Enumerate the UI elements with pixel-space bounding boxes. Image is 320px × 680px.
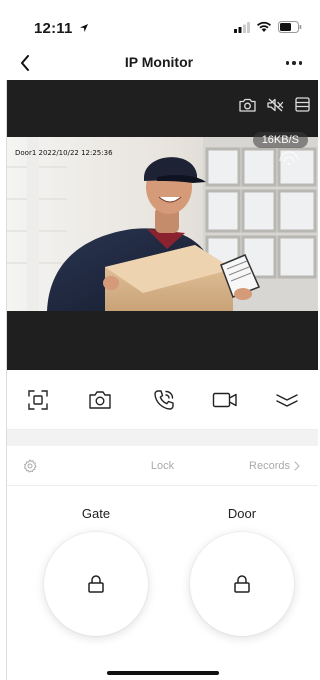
focus-button[interactable] bbox=[24, 386, 52, 414]
camera-icon bbox=[89, 391, 111, 409]
more-dot bbox=[285, 61, 290, 65]
lock-icon bbox=[88, 575, 104, 593]
status-bar: 12:11 bbox=[0, 0, 318, 46]
video-image bbox=[7, 137, 318, 311]
capture-button[interactable] bbox=[86, 386, 114, 414]
signal-icon bbox=[234, 21, 250, 33]
nav-bar: IP Monitor bbox=[0, 46, 318, 80]
layout-button[interactable] bbox=[295, 97, 310, 112]
battery-icon bbox=[278, 21, 302, 33]
status-time-text: 12:11 bbox=[34, 20, 73, 37]
lock-item-gate: Gate bbox=[44, 506, 148, 636]
lock-item-door: Door bbox=[190, 506, 294, 636]
bitrate-badge: 16KB/S bbox=[252, 132, 308, 148]
phone-call-icon bbox=[154, 390, 174, 410]
unlock-gate-button[interactable] bbox=[44, 532, 148, 636]
snapshot-icon bbox=[239, 98, 256, 112]
video-osd-timestamp: Door1 2022/10/22 12:25:36 bbox=[15, 149, 113, 157]
collapse-button[interactable] bbox=[273, 386, 301, 414]
video-stream[interactable]: Door1 2022/10/22 12:25:36 bbox=[7, 137, 318, 311]
layout-icon bbox=[295, 97, 310, 112]
screen-edge bbox=[0, 80, 7, 680]
call-button[interactable] bbox=[150, 386, 178, 414]
page-title: IP Monitor bbox=[124, 54, 194, 70]
more-dot bbox=[292, 61, 296, 65]
snapshot-button[interactable] bbox=[239, 98, 256, 112]
mute-icon bbox=[267, 98, 284, 111]
focus-frame-icon bbox=[28, 390, 48, 410]
lock-header: Lock Records bbox=[7, 446, 318, 486]
audio-wave-icon bbox=[274, 147, 304, 173]
more-button[interactable] bbox=[280, 52, 308, 74]
wifi-icon bbox=[257, 21, 271, 32]
call-control-bar bbox=[7, 370, 318, 430]
lock-area: Gate Door bbox=[7, 486, 318, 680]
record-button[interactable] bbox=[211, 386, 239, 414]
lock-item-label: Gate bbox=[81, 506, 111, 521]
status-icons bbox=[234, 21, 302, 33]
video-panel: Door1 2022/10/22 12:25:36 16KB/S bbox=[7, 80, 318, 370]
more-dot bbox=[298, 61, 303, 65]
collapse-icon bbox=[276, 394, 298, 407]
home-indicator[interactable] bbox=[107, 671, 219, 675]
location-arrow-icon bbox=[79, 24, 88, 32]
section-divider bbox=[7, 430, 318, 446]
mute-button[interactable] bbox=[267, 98, 284, 112]
unlock-door-button[interactable] bbox=[190, 532, 294, 636]
status-time: 12:11 bbox=[34, 20, 89, 37]
video-toolbar bbox=[239, 97, 310, 112]
records-link[interactable]: Records bbox=[249, 460, 300, 472]
records-label: Records bbox=[249, 460, 290, 472]
chevron-right-icon bbox=[294, 461, 300, 471]
video-record-icon bbox=[212, 392, 237, 408]
lock-icon bbox=[234, 575, 250, 593]
lock-item-label: Door bbox=[227, 506, 257, 521]
